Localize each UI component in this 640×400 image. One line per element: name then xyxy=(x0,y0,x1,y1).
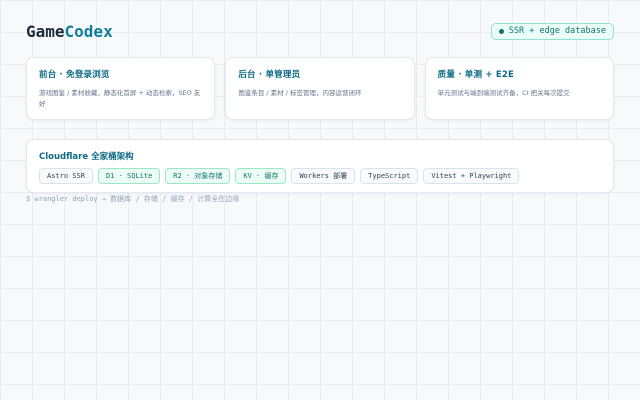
card-title: 质量 · 单测 + E2E xyxy=(437,70,514,80)
card-title: 前台 · 免登录浏览 xyxy=(39,70,110,80)
tech-chip-list: Astro SSR D1 · SQLite R2 · 对象存储 KV · 缓存 … xyxy=(39,168,601,184)
architecture-title: Cloudflare 全家桶架构 xyxy=(39,152,134,162)
ssr-edge-badge: SSR + edge database xyxy=(490,22,614,40)
card-description: 游戏图鉴 / 素材收藏，静态化首屏 + 动态检索，SEO 友好 xyxy=(39,89,201,108)
app-logo[interactable]: GameCodex xyxy=(26,22,113,41)
tech-chip-astro: Astro SSR xyxy=(39,168,93,184)
architecture-card: Cloudflare 全家桶架构 Astro SSR D1 · SQLite R… xyxy=(26,139,614,193)
tech-chip-d1: D1 · SQLite xyxy=(97,168,161,184)
header: GameCodex SSR + edge database xyxy=(26,20,614,42)
card-description: 图鉴条目 / 素材 / 标签管理，内容运营闭环 xyxy=(238,89,362,97)
logo-text-game: Game xyxy=(26,21,65,41)
tech-chip-vitest: Vitest + Playwright xyxy=(423,168,520,184)
feature-card-admin: 后台 · 单管理员 图鉴条目 / 素材 / 标签管理，内容运营闭环 xyxy=(225,57,415,120)
feature-card-frontend: 前台 · 免登录浏览 游戏图鉴 / 素材收藏，静态化首屏 + 动态检索，SEO … xyxy=(26,57,216,120)
tech-chip-kv: KV · 缓存 xyxy=(235,168,287,184)
badge-label: SSR + edge database xyxy=(508,26,606,36)
card-title: 后台 · 单管理员 xyxy=(238,70,301,80)
card-description: 单元测试与端到端测试齐备，CI 把关每次提交 xyxy=(437,89,570,97)
status-dot-icon xyxy=(498,28,504,34)
feature-card-quality: 质量 · 单测 + E2E 单元测试与端到端测试齐备，CI 把关每次提交 xyxy=(424,57,614,120)
tech-chip-typescript: TypeScript xyxy=(360,168,419,184)
deploy-command: $ wrangler deploy → 数据库 / 存储 / 缓存 / 计算全在… xyxy=(26,195,240,203)
feature-cards: 前台 · 免登录浏览 游戏图鉴 / 素材收藏，静态化首屏 + 动态检索，SEO … xyxy=(26,57,614,120)
tech-chip-r2: R2 · 对象存储 xyxy=(165,168,231,184)
tech-chip-workers: Workers 部署 xyxy=(291,168,356,184)
logo-text-codex: Codex xyxy=(64,21,113,41)
